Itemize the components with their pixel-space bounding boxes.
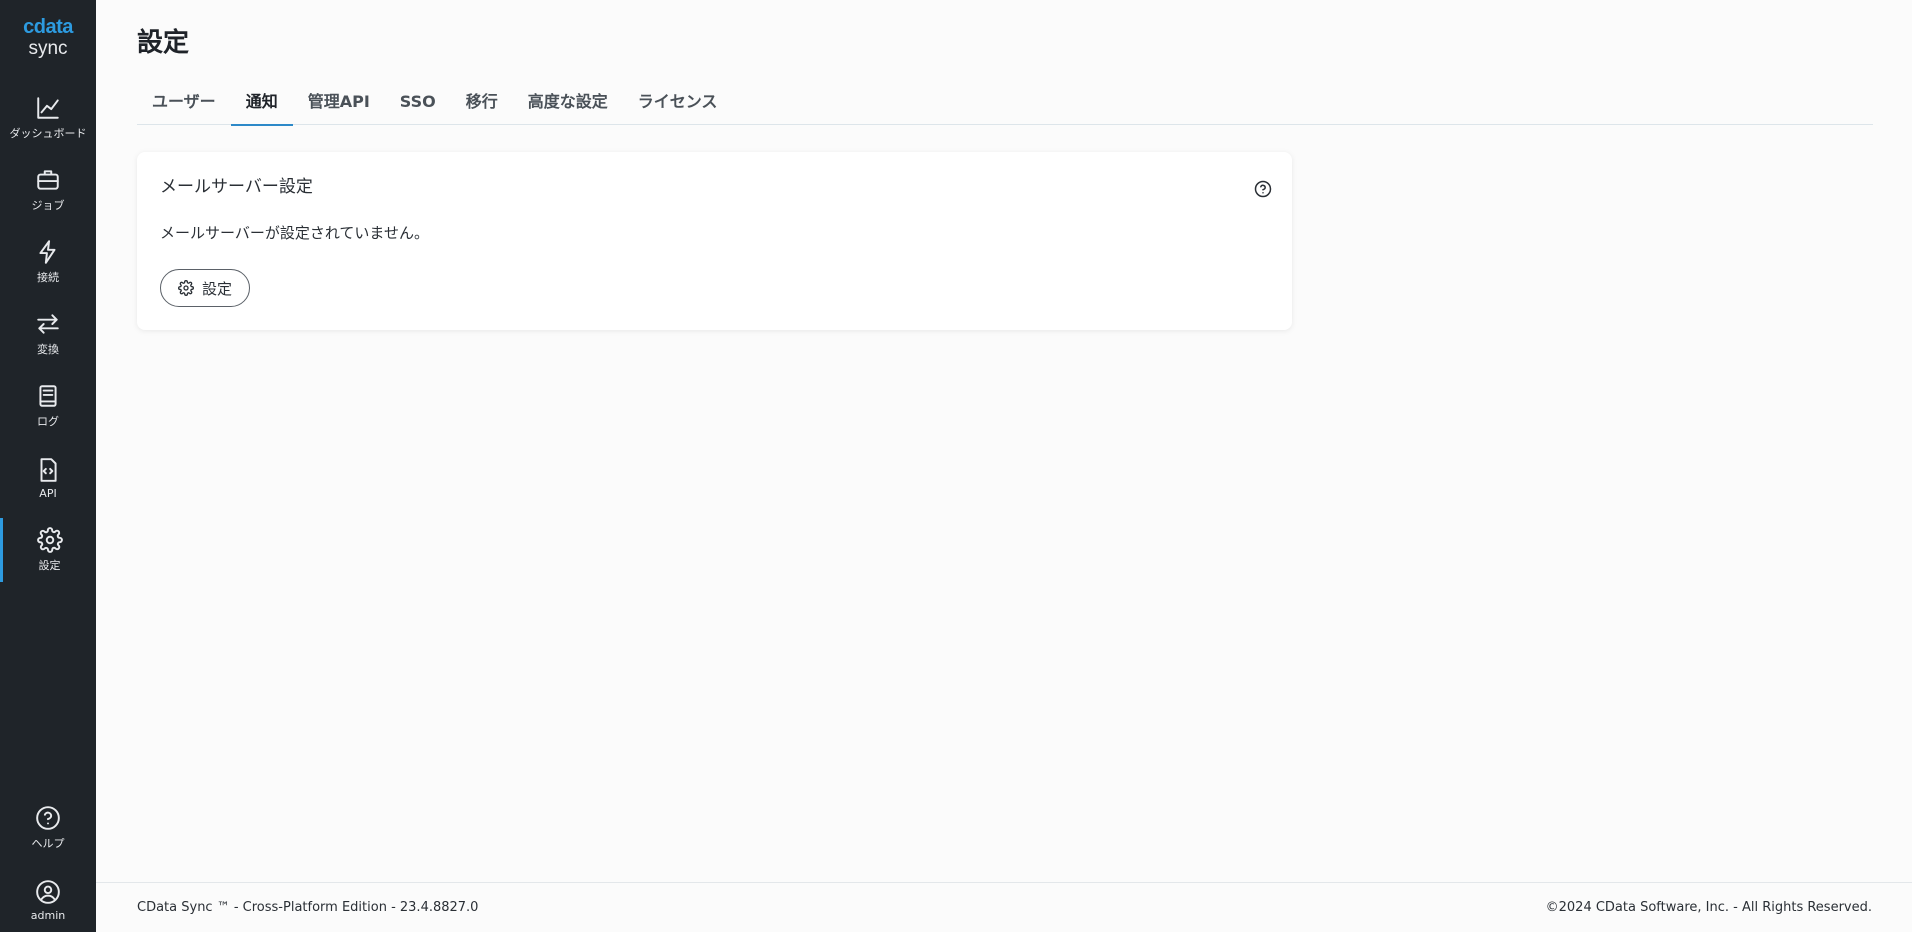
sidebar-item-logs[interactable]: ログ — [0, 374, 96, 438]
tab-notifications[interactable]: 通知 — [230, 88, 293, 126]
footer: CData Sync ™ - Cross-Platform Edition - … — [96, 882, 1912, 932]
sidebar-item-connections[interactable]: 接続 — [0, 230, 96, 294]
sidebar-item-label: 接続 — [37, 271, 59, 284]
sidebar-item-settings[interactable]: 設定 — [0, 518, 96, 582]
sidebar-item-label: ダッシュボード — [9, 127, 87, 140]
app-logo[interactable]: cdata sync — [0, 16, 96, 60]
page-title: 設定 — [137, 28, 190, 58]
sidebar-item-help[interactable]: ヘルプ — [0, 796, 96, 860]
tab-migration[interactable]: 移行 — [451, 88, 513, 125]
configure-button[interactable]: 設定 — [160, 269, 250, 307]
copyright: ©2024 CData Software, Inc. - All Rights … — [1545, 900, 1872, 915]
help-circle-icon — [35, 805, 61, 831]
gear-icon — [178, 280, 194, 296]
tab-admin-api[interactable]: 管理API — [293, 88, 385, 125]
tab-users[interactable]: ユーザー — [137, 88, 231, 125]
sidebar-item-transformations[interactable]: 変換 — [0, 302, 96, 366]
gear-icon — [36, 527, 63, 553]
transform-arrows-icon — [35, 311, 61, 337]
mail-server-card: メールサーバー設定 メールサーバーが設定されていません。 設定 — [137, 152, 1292, 330]
sidebar-item-user[interactable]: admin — [0, 868, 96, 932]
card-title: メールサーバー設定 — [160, 177, 313, 197]
sidebar-item-label: API — [39, 486, 57, 500]
sidebar-item-label: ジョブ — [31, 199, 65, 212]
help-circle-icon[interactable] — [1254, 180, 1272, 198]
briefcase-icon — [35, 167, 61, 193]
sidebar-item-jobs[interactable]: ジョブ — [0, 158, 96, 222]
configure-button-label: 設定 — [201, 279, 232, 298]
sidebar-item-api[interactable]: API — [0, 446, 96, 510]
sidebar-item-label: 設定 — [38, 559, 61, 572]
chart-line-icon — [35, 95, 61, 121]
settings-tabs: ユーザー 通知 管理API SSO 移行 高度な設定 ライセンス — [137, 88, 1873, 126]
sidebar-item-dashboard[interactable]: ダッシュボード — [0, 86, 96, 150]
sidebar: cdata sync ダッシュボード ジョブ 接続 変換 ログ API 設定 ヘ… — [0, 0, 96, 932]
sidebar-item-label: 変換 — [37, 343, 59, 356]
sidebar-item-label: ヘルプ — [31, 837, 65, 850]
version-info: CData Sync ™ - Cross-Platform Edition - … — [137, 900, 479, 915]
tab-sso[interactable]: SSO — [385, 88, 451, 125]
tab-advanced-settings[interactable]: 高度な設定 — [513, 88, 623, 125]
code-file-icon — [35, 457, 61, 483]
sidebar-item-label: ログ — [37, 415, 59, 428]
logo-brand: cdata — [23, 16, 73, 38]
sidebar-item-label: admin — [30, 908, 66, 922]
mail-server-status-message: メールサーバーが設定されていません。 — [160, 224, 429, 242]
book-icon — [35, 383, 61, 409]
lightning-icon — [35, 239, 61, 265]
user-circle-icon — [35, 879, 61, 905]
tab-license[interactable]: ライセンス — [623, 88, 733, 125]
logo-product: sync — [28, 38, 68, 59]
